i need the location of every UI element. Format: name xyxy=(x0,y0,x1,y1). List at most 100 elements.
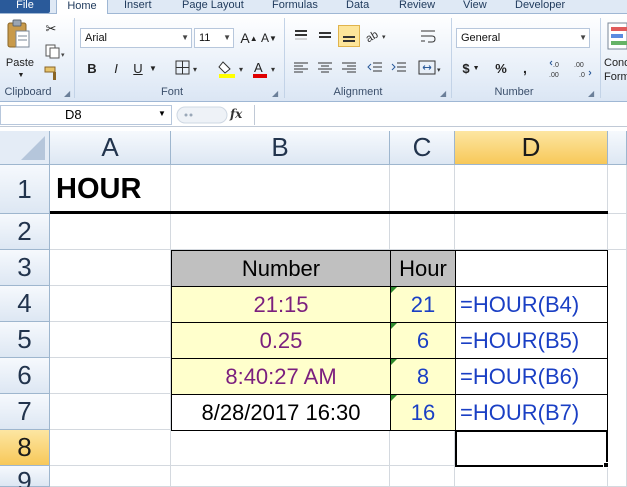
row-header-8[interactable]: 8 xyxy=(0,430,50,466)
tab-data[interactable]: Data xyxy=(346,0,369,13)
paste-button[interactable] xyxy=(4,18,32,54)
formula-input[interactable] xyxy=(254,105,627,125)
cell-d7-formula[interactable]: =HOUR(B7) xyxy=(455,394,608,431)
fill-handle[interactable] xyxy=(603,462,609,468)
number-launcher-icon[interactable]: ◢ xyxy=(588,89,594,98)
cell-a7[interactable] xyxy=(50,394,171,430)
row-header-4[interactable]: 4 xyxy=(0,286,50,322)
cell-b5-number[interactable]: 0.25 xyxy=(171,322,391,359)
row-header-1[interactable]: 1 xyxy=(0,165,50,214)
column-header-e[interactable] xyxy=(608,131,627,165)
cell-c2[interactable] xyxy=(390,214,455,250)
row-header-3[interactable]: 3 xyxy=(0,250,50,286)
underline-button[interactable]: U xyxy=(128,58,148,78)
format-painter-icon[interactable] xyxy=(42,64,62,82)
increase-indent-button[interactable] xyxy=(390,60,408,76)
cell-c3-header-hour[interactable]: Hour xyxy=(390,250,456,287)
align-left-button[interactable] xyxy=(292,60,310,76)
clipboard-launcher-icon[interactable]: ◢ xyxy=(64,89,70,98)
cell-b2[interactable] xyxy=(171,214,390,250)
cell-b3-header-number[interactable]: Number xyxy=(171,250,391,287)
copy-icon[interactable]: ▾ xyxy=(42,42,68,60)
cell-e1[interactable] xyxy=(608,165,627,214)
cell-a1[interactable]: HOUR xyxy=(50,165,171,214)
cell-c9[interactable] xyxy=(390,466,455,487)
alignment-launcher-icon[interactable]: ◢ xyxy=(440,89,446,98)
name-box-dropdown-icon[interactable]: ▼ xyxy=(158,109,166,118)
cell-c1[interactable] xyxy=(390,165,455,214)
align-center-button[interactable] xyxy=(316,60,334,76)
insert-function-button[interactable]: fx xyxy=(230,107,242,121)
cell-b1[interactable] xyxy=(171,165,390,214)
font-color-button[interactable]: A ▾ xyxy=(250,58,280,80)
row-header-7[interactable]: 7 xyxy=(0,394,50,430)
row-header-9[interactable]: 9 xyxy=(0,466,50,487)
font-launcher-icon[interactable]: ◢ xyxy=(272,89,278,98)
tab-formulas[interactable]: Formulas xyxy=(272,0,318,13)
cell-d1[interactable] xyxy=(455,165,608,214)
cell-c6-hour[interactable]: 8 xyxy=(390,358,456,395)
comma-style-button[interactable]: , xyxy=(516,58,534,78)
shrink-font-button[interactable]: A ▼ xyxy=(260,28,278,48)
tab-insert[interactable]: Insert xyxy=(124,0,152,13)
currency-button[interactable]: $ ▼ xyxy=(460,58,482,78)
grow-font-button[interactable]: A ▲ xyxy=(240,28,258,48)
align-right-button[interactable] xyxy=(340,60,358,76)
column-header-a[interactable]: A xyxy=(50,131,171,165)
underline-dropdown-icon[interactable]: ▼ xyxy=(148,60,158,76)
tab-review[interactable]: Review xyxy=(399,0,435,13)
font-name-dropdown[interactable]: Arial ▼ xyxy=(80,28,192,48)
cell-d6-formula[interactable]: =HOUR(B6) xyxy=(455,358,608,395)
conditional-formatting-label-2[interactable]: Form xyxy=(604,70,627,84)
decrease-decimal-button[interactable]: .00.0 xyxy=(572,58,594,80)
cell-b7-number[interactable]: 8/28/2017 16:30 xyxy=(171,394,391,431)
cell-c4-hour[interactable]: 21 xyxy=(390,286,456,323)
tab-page-layout[interactable]: Page Layout xyxy=(182,0,244,13)
decrease-indent-button[interactable] xyxy=(366,60,384,76)
tab-developer[interactable]: Developer xyxy=(515,0,565,13)
cell-d9[interactable] xyxy=(455,466,608,487)
cell-a6[interactable] xyxy=(50,358,171,394)
cell-a4[interactable] xyxy=(50,286,171,322)
name-box[interactable]: D8 xyxy=(0,105,172,125)
cell-a3[interactable] xyxy=(50,250,171,286)
cell-d4-formula[interactable]: =HOUR(B4) xyxy=(455,286,608,323)
cell-b9[interactable] xyxy=(171,466,390,487)
cell-d2[interactable] xyxy=(455,214,608,250)
paste-dropdown-icon[interactable]: ▼ xyxy=(16,70,26,80)
bold-button[interactable]: B xyxy=(82,58,102,78)
wrap-text-button[interactable] xyxy=(418,26,438,46)
cell-b6-number[interactable]: 8:40:27 AM xyxy=(171,358,391,395)
italic-button[interactable]: I xyxy=(106,58,126,78)
conditional-formatting-button[interactable] xyxy=(604,18,627,54)
cell-c7-hour[interactable]: 16 xyxy=(390,394,456,431)
column-header-d[interactable]: D xyxy=(455,131,608,165)
fill-color-button[interactable]: ▾ xyxy=(216,58,248,80)
select-all-button[interactable] xyxy=(0,131,50,165)
cell-a5[interactable] xyxy=(50,322,171,358)
cell-c8[interactable] xyxy=(390,430,455,466)
cut-icon[interactable]: ✂ xyxy=(42,20,60,38)
align-middle-button[interactable] xyxy=(316,28,334,44)
row-header-5[interactable]: 5 xyxy=(0,322,50,358)
orientation-button[interactable]: ab ▾ xyxy=(364,26,390,44)
align-top-button[interactable] xyxy=(292,28,310,44)
column-header-b[interactable]: B xyxy=(171,131,390,165)
merge-center-button[interactable]: ▾ xyxy=(416,58,444,78)
increase-decimal-button[interactable]: .0.00 xyxy=(548,58,568,80)
cell-b8[interactable] xyxy=(171,430,390,466)
cell-b4-number[interactable]: 21:15 xyxy=(171,286,391,323)
cell-c5-hour[interactable]: 6 xyxy=(390,322,456,359)
paste-label[interactable]: Paste xyxy=(4,56,36,70)
number-format-dropdown[interactable]: General ▼ xyxy=(456,28,590,48)
cell-a8[interactable] xyxy=(50,430,171,466)
column-header-c[interactable]: C xyxy=(390,131,455,165)
cell-a2[interactable] xyxy=(50,214,171,250)
cell-e2[interactable] xyxy=(608,214,627,250)
row-header-6[interactable]: 6 xyxy=(0,358,50,394)
tab-view[interactable]: View xyxy=(463,0,487,13)
percent-button[interactable]: % xyxy=(492,58,510,78)
tab-file[interactable]: File xyxy=(0,0,50,13)
borders-button[interactable]: ▾ xyxy=(172,58,202,78)
cell-d3[interactable] xyxy=(455,250,608,287)
